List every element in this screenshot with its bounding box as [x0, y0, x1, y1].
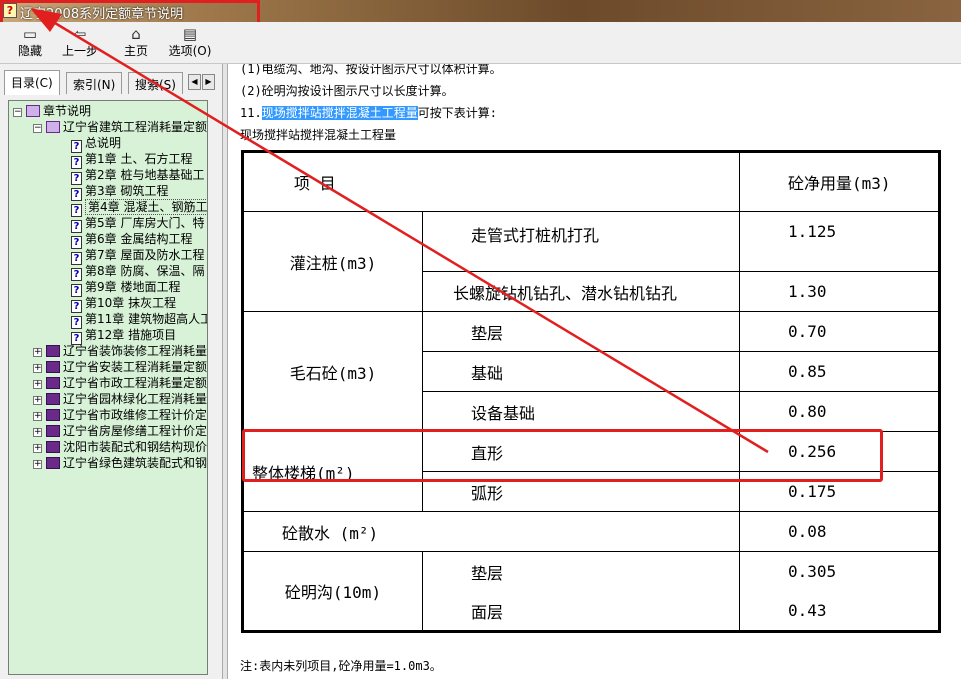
closed-book-icon [46, 345, 60, 357]
tree-chapter[interactable]: ? 第7章 屋面及防水工程 [71, 247, 204, 265]
table-row: 砼散水 (m²) 0.08 [242, 511, 940, 552]
text-line: 11.现场搅拌站搅拌混凝土工程量可按下表计算: [240, 106, 497, 120]
tree-book[interactable]: + 辽宁省装饰装修工程消耗量 [33, 343, 207, 359]
collapse-icon[interactable]: − [33, 124, 42, 133]
back-button[interactable]: ⇦ 上一步 [52, 24, 108, 62]
concrete-quantity-table: 项 目 砼净用量(m3) 灌注桩(m3) 走管式打桩机打孔 1.125 长螺旋钻… [241, 150, 941, 633]
toolbar: ▭ 隐藏 ⇦ 上一步 ⌂ 主页 ▤ 选项(O) [0, 22, 961, 64]
tree-chapter[interactable]: ? 第2章 桩与地基基础工 [71, 167, 204, 185]
tree-book[interactable]: + 辽宁省绿色建筑装配式和钢 [33, 455, 207, 471]
options-icon: ▤ [182, 25, 198, 43]
header-value: 砼净用量(m3) [739, 151, 940, 212]
table-row: 灌注桩(m3) 走管式打桩机打孔 1.125 [242, 211, 940, 312]
hide-button[interactable]: ▭ 隐藏 [2, 24, 58, 62]
tree-book[interactable]: + 辽宁省安装工程消耗量定额 [33, 359, 207, 375]
navigation-pane: 目录(C) 索引(N) 搜索(S) ◀ ▶ − 章节说明 − 辽宁省建筑工程消耗量定… [0, 64, 222, 679]
table-row: 砼明沟(10m) 垫层 0.305 [242, 551, 940, 632]
tree-book[interactable]: + 辽宁省房屋修缮工程计价定 [33, 423, 207, 439]
tree-book[interactable]: + 辽宁省市政工程消耗量定额 [33, 375, 207, 391]
tree-chapter[interactable]: ? 第11章 建筑物超高人工 [71, 311, 207, 329]
tree-chapter[interactable]: ? 第1章 土、石方工程 [71, 151, 192, 169]
tree-chapter[interactable]: ? 第8章 防腐、保温、隔 [71, 263, 204, 281]
expand-icon[interactable]: + [33, 348, 42, 357]
window-titlebar: ? 辽宁2008系列定额章节说明 [0, 0, 961, 34]
home-button[interactable]: ⌂ 主页 [108, 24, 164, 62]
text-line: (1)电缆沟、地沟、按设计图示尺寸以体积计算。 [240, 64, 502, 76]
tab-search[interactable]: 搜索(S) [128, 72, 183, 94]
tree-chapter[interactable]: ? 第10章 抹灰工程 [71, 295, 176, 313]
tree-chapter[interactable]: ? 第4章 混凝土、钢筋工程 [71, 199, 207, 217]
header-item: 项 目 [242, 151, 740, 212]
tree-book[interactable]: + 辽宁省市政维修工程计价定 [33, 407, 207, 423]
options-button[interactable]: ▤ 选项(O) [162, 24, 218, 62]
nav-tabs: 目录(C) 索引(N) 搜索(S) ◀ ▶ [4, 70, 218, 95]
table-note: 注:表内未列项目,砼净用量=1.0m3。 [240, 659, 442, 673]
tree-book[interactable]: + 沈阳市装配式和钢结构现价 [33, 439, 207, 455]
table-row: 毛石砼(m3) 垫层 0.70 [242, 311, 940, 432]
expand-icon[interactable]: + [33, 380, 42, 389]
tree-chapter[interactable]: ? 第9章 楼地面工程 [71, 279, 180, 297]
table-caption: 现场搅拌站搅拌混凝土工程量 [240, 128, 397, 142]
tree-root[interactable]: − 章节说明 [13, 103, 91, 119]
expand-icon[interactable]: + [33, 364, 42, 373]
expand-icon[interactable]: + [33, 428, 42, 437]
home-icon: ⌂ [131, 25, 141, 43]
back-arrow-icon: ⇦ [73, 25, 87, 43]
tree-book-open[interactable]: − 辽宁省建筑工程消耗量定额 [33, 119, 207, 135]
expand-icon[interactable]: + [33, 396, 42, 405]
expand-icon[interactable]: + [33, 412, 42, 421]
contents-tree: − 章节说明 − 辽宁省建筑工程消耗量定额 ? 总说明? 第1章 土、石方工程? 第2章 … [8, 100, 208, 675]
tab-scroll-left-icon[interactable]: ◀ [188, 74, 201, 90]
tree-chapter[interactable]: ? 总说明 [71, 135, 121, 153]
tree-chapter[interactable]: ? 第3章 砌筑工程 [71, 183, 168, 201]
tab-contents[interactable]: 目录(C) [4, 70, 60, 95]
tree-chapter[interactable]: ? 第6章 金属结构工程 [71, 231, 192, 249]
topic-content: (1)电缆沟、地沟、按设计图示尺寸以体积计算。 (2)砼明沟按设计图示尺寸以长度… [228, 64, 961, 679]
closed-book-icon [46, 393, 60, 405]
search-highlight: 现场搅拌站搅拌混凝土工程量 [261, 106, 418, 120]
tree-chapter[interactable]: ? 第12章 措施项目 [71, 327, 176, 345]
tree-chapter[interactable]: ? 第5章 厂库房大门、特 [71, 215, 204, 233]
expand-icon[interactable]: + [33, 460, 42, 469]
open-book-icon [46, 121, 60, 133]
table-row: 整体楼梯(m²) 直形 0.256 [242, 431, 940, 512]
expand-icon[interactable]: + [33, 444, 42, 453]
text-line: (2)砼明沟按设计图示尺寸以长度计算。 [240, 84, 454, 98]
closed-book-icon [46, 457, 60, 469]
closed-book-icon [46, 377, 60, 389]
open-book-icon [26, 105, 40, 117]
tree-book[interactable]: + 辽宁省园林绿化工程消耗量 [33, 391, 207, 407]
closed-book-icon [46, 425, 60, 437]
closed-book-icon [46, 361, 60, 373]
table-header-row: 项 目 砼净用量(m3) [242, 151, 940, 212]
tab-scroll-right-icon[interactable]: ▶ [202, 74, 215, 90]
closed-book-icon [46, 441, 60, 453]
collapse-icon[interactable]: − [13, 108, 22, 117]
closed-book-icon [46, 409, 60, 421]
tab-index[interactable]: 索引(N) [66, 72, 123, 94]
hide-pane-icon: ▭ [22, 25, 38, 43]
